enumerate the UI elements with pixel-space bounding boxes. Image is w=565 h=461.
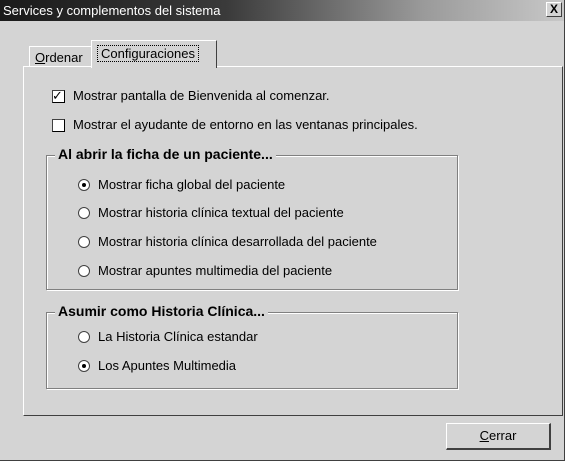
radio-multimedia-notes-label: Mostrar apuntes multimedia del paciente	[98, 263, 333, 278]
radio-standard-history-label: La Historia Clínica estandar	[98, 329, 258, 344]
window-title: Services y complementos del sistema	[3, 3, 221, 18]
radio-textual-history-label: Mostrar historia clínica textual del pac…	[98, 205, 344, 220]
checkmark-icon: ✓	[52, 88, 63, 103]
welcome-screen-label: Mostrar pantalla de Bienvenida al comenz…	[73, 88, 330, 103]
radio-developed-history-label: Mostrar historia clínica desarrollada de…	[98, 234, 377, 249]
tab-ordenar[interactable]: Ordenar	[29, 46, 92, 67]
title-bar[interactable]: Services y complementos del sistema X	[0, 0, 564, 21]
close-button[interactable]: Cerrar	[446, 423, 551, 450]
close-window-button[interactable]: X	[546, 2, 562, 17]
radio-multimedia-history[interactable]	[78, 360, 90, 372]
close-button-label: Cerrar	[479, 428, 517, 443]
open-patient-group-title: Al abrir la ficha de un paciente...	[55, 146, 276, 162]
close-icon: X	[549, 2, 558, 16]
radio-selected-dot	[82, 364, 86, 368]
tab-configuraciones-label: Configuraciones	[97, 45, 199, 62]
tab-ordenar-label: Ordenar	[35, 50, 83, 65]
radio-standard-history[interactable]	[78, 331, 90, 343]
radio-selected-dot	[82, 183, 86, 187]
radio-developed-history[interactable]	[78, 236, 90, 248]
welcome-screen-checkbox[interactable]: ✓	[52, 88, 65, 103]
radio-textual-history[interactable]	[78, 207, 90, 219]
environment-helper-label: Mostrar el ayudante de entorno en las ve…	[73, 117, 418, 132]
environment-helper-checkbox[interactable]	[52, 119, 65, 132]
history-group-title: Asumir como Historia Clínica...	[55, 303, 268, 319]
dialog-window: Services y complementos del sistema X Or…	[0, 0, 565, 461]
radio-multimedia-notes[interactable]	[78, 265, 90, 277]
history-group: Asumir como Historia Clínica...	[46, 303, 458, 389]
radio-global-record[interactable]	[78, 179, 90, 191]
radio-global-record-label: Mostrar ficha global del paciente	[98, 177, 286, 192]
tab-configuraciones[interactable]: Configuraciones	[91, 40, 217, 68]
radio-multimedia-history-label: Los Apuntes Multimedia	[98, 358, 237, 373]
